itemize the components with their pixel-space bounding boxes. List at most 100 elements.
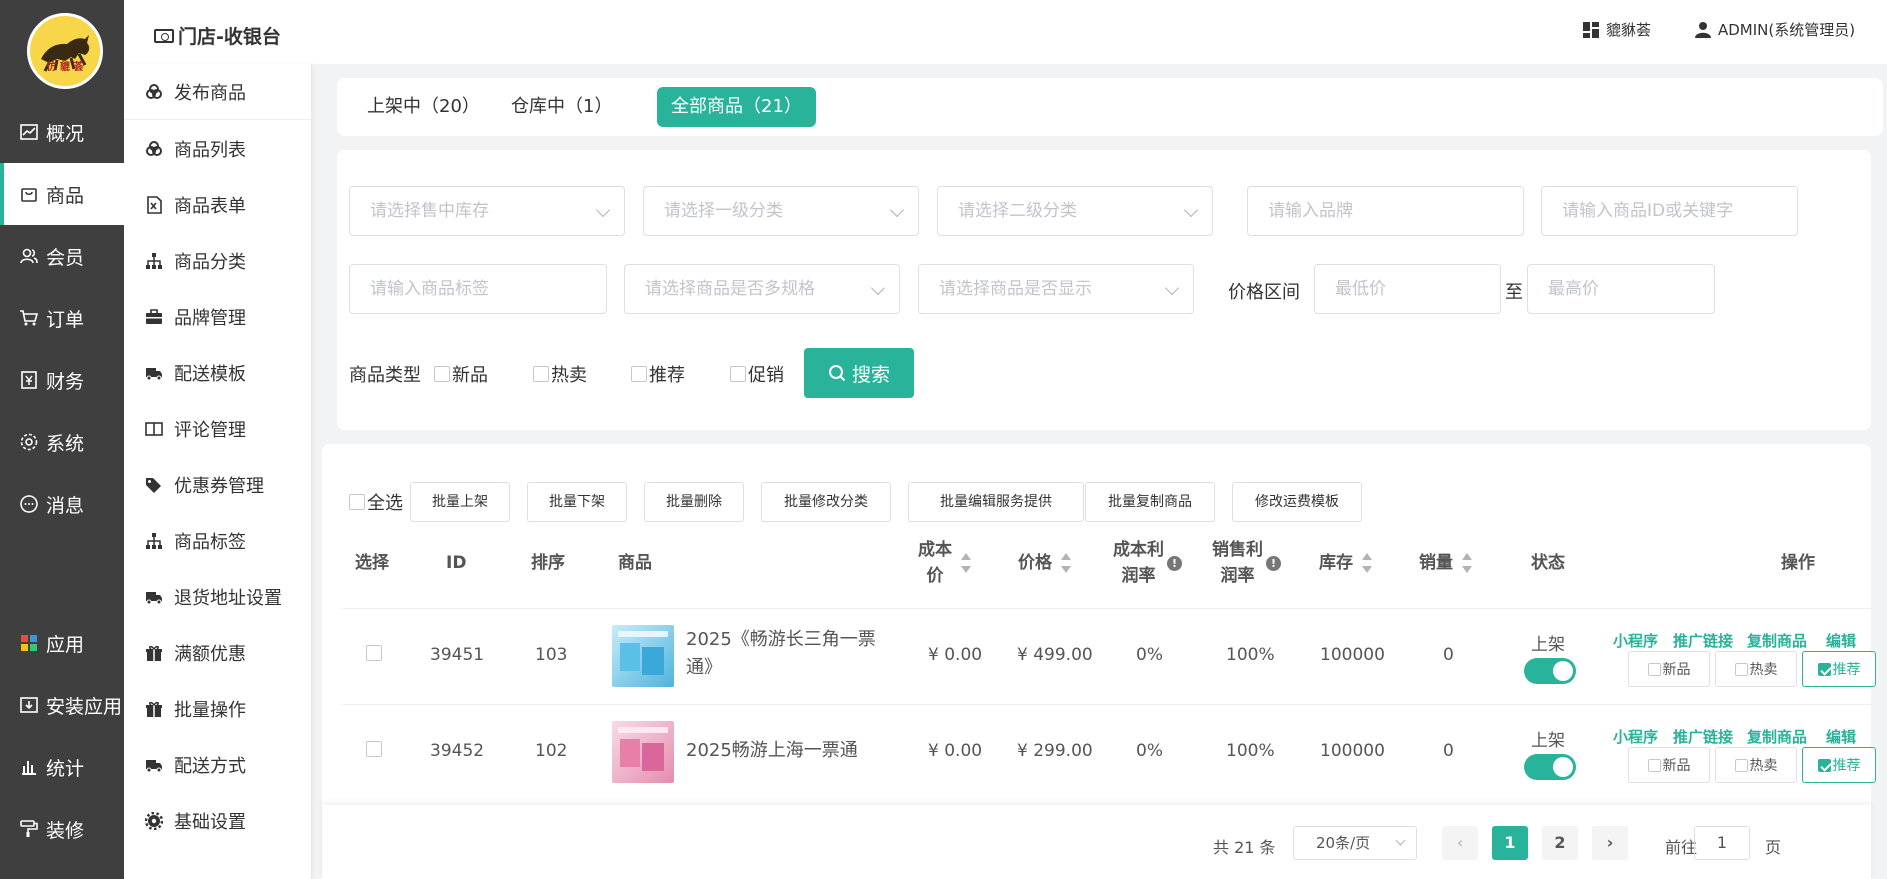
menu-item-delivery-method[interactable]: 配送方式 — [124, 737, 312, 793]
tag-new-button[interactable]: 新品 — [1628, 651, 1710, 687]
menu-item-shipping-template[interactable]: 配送模板 — [124, 345, 312, 401]
keyword-input[interactable]: 请输入商品ID或关键字 — [1541, 186, 1798, 236]
tab-all-products[interactable]: 全部商品（21） — [657, 87, 816, 127]
checkbox-box[interactable] — [631, 366, 647, 382]
select-all-checkbox[interactable]: 全选 — [349, 489, 403, 515]
type-recommend-checkbox[interactable]: 推荐 — [631, 361, 685, 387]
promo-link[interactable]: 推广链接 — [1673, 726, 1733, 747]
header-sales[interactable]: 销量 — [1419, 550, 1473, 576]
header-cost[interactable]: 成本价 — [918, 537, 972, 589]
brand-input[interactable]: 请输入品牌 — [1247, 186, 1524, 236]
page-1-button[interactable]: 1 — [1492, 826, 1528, 860]
header-price[interactable]: 价格 — [1018, 550, 1072, 576]
header-stock[interactable]: 库存 — [1319, 550, 1373, 576]
edit-shipping-template-button[interactable]: 修改运费模板 — [1232, 482, 1362, 522]
checkbox-box[interactable] — [730, 366, 746, 382]
menu-item-batch-ops[interactable]: 批量操作 — [124, 681, 312, 737]
row-checkbox[interactable] — [366, 741, 382, 757]
batch-delete-button[interactable]: 批量删除 — [644, 482, 744, 522]
sort-caret-icon[interactable] — [1461, 550, 1473, 576]
rail-item-apps[interactable]: 应用 — [0, 612, 124, 674]
status-toggle[interactable] — [1524, 658, 1576, 684]
tag-recommend-button[interactable]: 推荐 — [1802, 747, 1876, 783]
rail-item-decoration[interactable]: 装修 — [0, 798, 124, 860]
menu-item-brand[interactable]: 品牌管理 — [124, 289, 312, 345]
workspace-switcher[interactable]: 貔貅荟 — [1582, 19, 1651, 40]
min-price-input[interactable]: 最低价 — [1314, 264, 1501, 314]
copy-product-link[interactable]: 复制商品 — [1747, 726, 1807, 747]
batch-off-shelf-button[interactable]: 批量下架 — [527, 482, 627, 522]
rail-item-system[interactable]: 系统 — [0, 411, 124, 473]
sort-caret-icon[interactable] — [1361, 550, 1373, 576]
type-new-checkbox[interactable]: 新品 — [434, 361, 488, 387]
tag-hot-button[interactable]: 热卖 — [1715, 651, 1797, 687]
checkbox-box[interactable] — [533, 366, 549, 382]
tag-new-button[interactable]: 新品 — [1628, 747, 1710, 783]
rail-item-overview[interactable]: 概况 — [0, 101, 124, 163]
edit-link[interactable]: 编辑 — [1826, 630, 1856, 651]
menu-item-product-list[interactable]: 商品列表 — [124, 121, 312, 177]
brand-logo[interactable]: 仿 貔 荟 — [27, 13, 103, 89]
display-select[interactable]: 请选择商品是否显示 — [918, 264, 1194, 314]
page-2-button[interactable]: 2 — [1542, 826, 1578, 860]
help-icon[interactable]: ! — [1167, 555, 1182, 571]
batch-edit-category-button[interactable]: 批量修改分类 — [761, 482, 891, 522]
category-level2-select[interactable]: 请选择二级分类 — [937, 186, 1213, 236]
batch-copy-button[interactable]: 批量复制商品 — [1085, 482, 1215, 522]
tag-recommend-button[interactable]: 推荐 — [1802, 651, 1876, 687]
user-menu[interactable]: ADMIN(系统管理员) — [1694, 19, 1855, 40]
page-size-select[interactable]: 20条/页 — [1293, 826, 1417, 860]
product-thumbnail[interactable] — [612, 625, 674, 687]
category-level1-select[interactable]: 请选择一级分类 — [643, 186, 919, 236]
rail-item-orders[interactable]: 订单 — [0, 287, 124, 349]
edit-link[interactable]: 编辑 — [1826, 726, 1856, 747]
copy-product-link[interactable]: 复制商品 — [1747, 630, 1807, 651]
menu-item-product-tags[interactable]: 商品标签 — [124, 513, 312, 569]
promo-link[interactable]: 推广链接 — [1673, 630, 1733, 651]
rail-item-finance[interactable]: 财务 — [0, 349, 124, 411]
sort-caret-icon[interactable] — [1060, 550, 1072, 576]
tag-hot-button[interactable]: 热卖 — [1715, 747, 1797, 783]
sort-caret-icon[interactable] — [960, 550, 972, 576]
prev-page-button[interactable]: ‹ — [1442, 826, 1478, 860]
rail-item-products[interactable]: 商品 — [0, 163, 124, 225]
row-stock: 100000 — [1320, 645, 1385, 665]
product-name[interactable]: 2025《畅游长三角一票 通》 — [686, 626, 876, 682]
type-promo-checkbox[interactable]: 促销 — [730, 361, 784, 387]
tag-input[interactable]: 请输入商品标签 — [349, 264, 607, 314]
checkbox-checked — [1817, 662, 1831, 676]
menu-item-publish[interactable]: 发布商品 — [124, 64, 312, 120]
search-button[interactable]: 搜索 — [804, 348, 914, 398]
rail-item-install-apps[interactable]: 安装应用 — [0, 674, 124, 736]
help-icon[interactable]: ! — [1266, 555, 1281, 571]
mini-program-link[interactable]: 小程序 — [1613, 630, 1658, 651]
max-price-input[interactable]: 最高价 — [1527, 264, 1715, 314]
checkbox-box[interactable] — [349, 494, 365, 510]
rail-item-members[interactable]: 会员 — [0, 225, 124, 287]
tab-in-warehouse[interactable]: 仓库中（1） — [497, 87, 626, 127]
type-hot-checkbox[interactable]: 热卖 — [533, 361, 587, 387]
rail-item-statistics[interactable]: 统计 — [0, 736, 124, 798]
checkbox-box[interactable] — [434, 366, 450, 382]
product-name[interactable]: 2025畅游上海一票通 — [686, 737, 876, 765]
mini-program-link[interactable]: 小程序 — [1613, 726, 1658, 747]
tab-on-shelf[interactable]: 上架中（20） — [353, 87, 494, 127]
status-tabs: 上架中（20） 仓库中（1） 全部商品（21） — [337, 78, 1883, 136]
menu-item-reviews[interactable]: 评论管理 — [124, 401, 312, 457]
menu-item-basic-settings[interactable]: 基础设置 — [124, 793, 312, 849]
menu-item-full-discount[interactable]: 满额优惠 — [124, 625, 312, 681]
rail-item-messages[interactable]: 消息 — [0, 473, 124, 535]
product-thumbnail[interactable] — [612, 721, 674, 783]
next-page-button[interactable]: › — [1592, 826, 1628, 860]
menu-item-product-form[interactable]: 商品表单 — [124, 177, 312, 233]
multi-spec-select[interactable]: 请选择商品是否多规格 — [624, 264, 900, 314]
menu-item-coupons[interactable]: 优惠券管理 — [124, 457, 312, 513]
menu-item-return-address[interactable]: 退货地址设置 — [124, 569, 312, 625]
stock-select[interactable]: 请选择售中库存 — [349, 186, 625, 236]
batch-edit-service-button[interactable]: 批量编辑服务提供 — [908, 482, 1084, 522]
goto-page-input[interactable]: 1 — [1694, 826, 1750, 860]
status-toggle[interactable] — [1524, 754, 1576, 780]
row-checkbox[interactable] — [366, 645, 382, 661]
menu-item-category[interactable]: 商品分类 — [124, 233, 312, 289]
batch-on-shelf-button[interactable]: 批量上架 — [410, 482, 510, 522]
